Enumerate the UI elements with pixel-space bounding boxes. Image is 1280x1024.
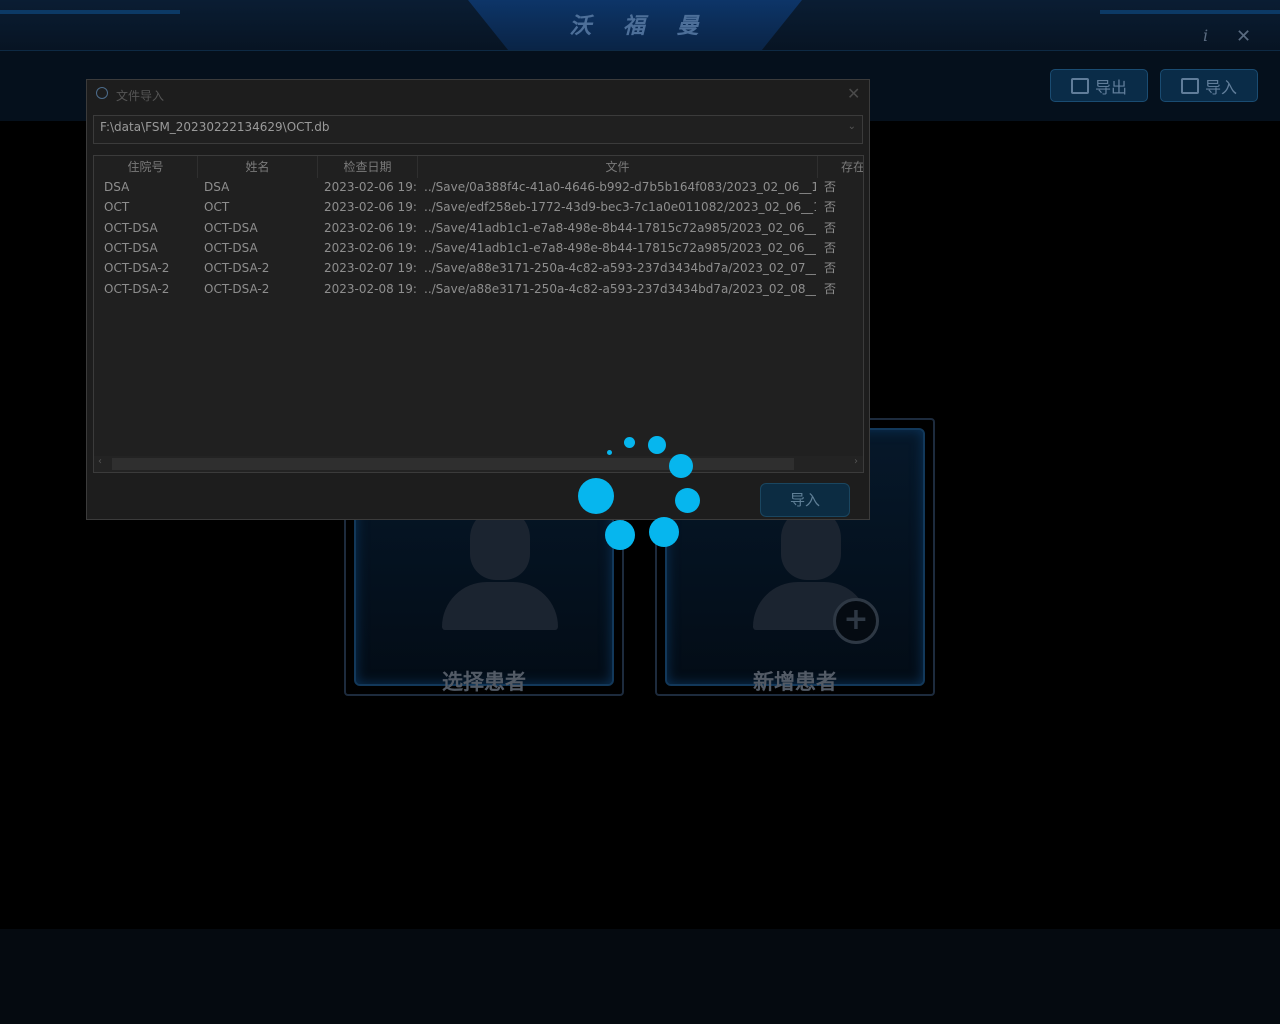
table-cell: 2023-02-06 19:	[324, 200, 416, 215]
plus-circle-icon: +	[833, 598, 879, 644]
table-row[interactable]: OCT-DSA OCT-DSA 2023-02-06 19: ../Save/41ad…	[94, 238, 863, 258]
records-table: 住院号 姓名 检查日期 文件 存在 DSA DSA 2023-02-06 19:..…	[93, 155, 864, 473]
import-toolbar-button[interactable]: 导入	[1160, 69, 1258, 102]
bottom-bar	[0, 929, 1280, 1024]
dialog-close-icon[interactable]: ✕	[847, 84, 860, 103]
table-cell: ../Save/a88e3171-250a-4c82-a593-237d3434…	[424, 281, 816, 296]
table-cell: OCT-DSA-2	[204, 261, 270, 276]
close-icon[interactable]: ✕	[1236, 26, 1254, 47]
horizontal-scrollbar[interactable]: ‹ ›	[94, 456, 863, 472]
import-button[interactable]: 导入	[760, 483, 850, 517]
import-toolbar-button-label: 导入	[1204, 77, 1237, 97]
table-cell: 否	[824, 261, 837, 276]
table-cell: ../Save/a88e3171-250a-4c82-a593-237d3434…	[424, 261, 816, 276]
app-brand: 沃 福 曼	[569, 14, 711, 39]
file-import-dialog: 文件导入 ✕ F:\data\FSM_20230222134629\OCT.db…	[86, 79, 870, 520]
import-icon	[1180, 77, 1199, 94]
table-cell: 否	[824, 281, 837, 296]
scroll-right-icon[interactable]: ›	[854, 456, 858, 467]
add-patient-label: 新增患者	[753, 670, 837, 694]
table-cell: OCT-DSA-2	[104, 261, 170, 276]
export-button-label: 导出	[1094, 77, 1127, 97]
loading-spinner-icon	[570, 430, 710, 550]
table-row[interactable]: OCT-DSA-2 OCT-DSA-2 2023-02-08 19: ../Save/…	[94, 279, 863, 299]
table-cell: OCT	[204, 200, 230, 215]
select-patient-label: 选择患者	[442, 670, 526, 694]
column-header-exists[interactable]: 存在	[818, 156, 863, 178]
table-row[interactable]: DSA DSA 2023-02-06 19: ../Save/0a388f4c-41a…	[94, 177, 863, 197]
table-cell: 2023-02-06 19:	[324, 240, 416, 255]
table-cell: ../Save/41adb1c1-e7a8-498e-8b44-17815c72…	[424, 240, 816, 255]
info-icon[interactable]: i	[1203, 26, 1219, 46]
dialog-title: 文件导入	[116, 89, 165, 103]
table-cell: 2023-02-08 19:	[324, 281, 416, 296]
table-cell: ../Save/edf258eb-1772-43d9-bec3-7c1a0e01…	[424, 200, 816, 215]
table-cell: DSA	[104, 180, 130, 194]
table-cell: ../Save/0a388f4c-41a0-4646-b992-d7b5b164…	[424, 180, 816, 194]
table-row[interactable]: OCT-DSA-2 OCT-DSA-2 2023-02-07 19: ../Save/…	[94, 258, 863, 278]
table-cell: 否	[824, 180, 837, 194]
table-cell: OCT-DSA	[104, 220, 158, 235]
table-cell: 否	[824, 200, 837, 215]
table-row[interactable]: OCT-DSA OCT-DSA 2023-02-06 19: ../Save/41ad…	[94, 218, 863, 238]
file-path-select[interactable]: F:\data\FSM_20230222134629\OCT.db ⌄	[93, 115, 863, 144]
export-icon	[1070, 77, 1089, 94]
avatar-icon	[442, 508, 558, 630]
column-header-admission-no[interactable]: 住院号	[94, 156, 198, 178]
export-button[interactable]: 导出	[1050, 69, 1148, 102]
table-cell: DSA	[204, 180, 230, 194]
table-cell: OCT-DSA	[104, 240, 158, 255]
table-header: 住院号 姓名 检查日期 文件 存在	[94, 156, 863, 178]
table-cell: ../Save/41adb1c1-e7a8-498e-8b44-17815c72…	[424, 220, 816, 235]
column-header-file[interactable]: 文件	[418, 156, 818, 178]
dialog-title-bar: 文件导入 ✕	[87, 80, 869, 108]
scroll-left-icon[interactable]: ‹	[98, 456, 102, 467]
table-cell: 2023-02-06 19:	[324, 220, 416, 235]
table-cell: OCT-DSA-2	[204, 281, 270, 296]
table-cell: OCT-DSA	[204, 220, 258, 235]
table-cell: 否	[824, 240, 837, 255]
table-cell: 2023-02-06 19:	[324, 180, 416, 194]
app-icon	[96, 87, 108, 99]
table-cell: OCT-DSA	[204, 240, 258, 255]
table-cell: OCT-DSA-2	[104, 281, 170, 296]
table-cell: 2023-02-07 19:	[324, 261, 416, 276]
title-bar: 沃 福 曼 i ✕	[0, 0, 1280, 51]
table-cell: 否	[824, 220, 837, 235]
column-header-name[interactable]: 姓名	[198, 156, 318, 178]
column-header-exam-date[interactable]: 检查日期	[318, 156, 418, 178]
table-cell: OCT	[104, 200, 130, 215]
file-path-value: F:\data\FSM_20230222134629\OCT.db	[100, 120, 330, 134]
chevron-down-icon: ⌄	[847, 121, 856, 132]
table-row[interactable]: OCT OCT 2023-02-06 19: ../Save/edf258eb-177…	[94, 197, 863, 217]
